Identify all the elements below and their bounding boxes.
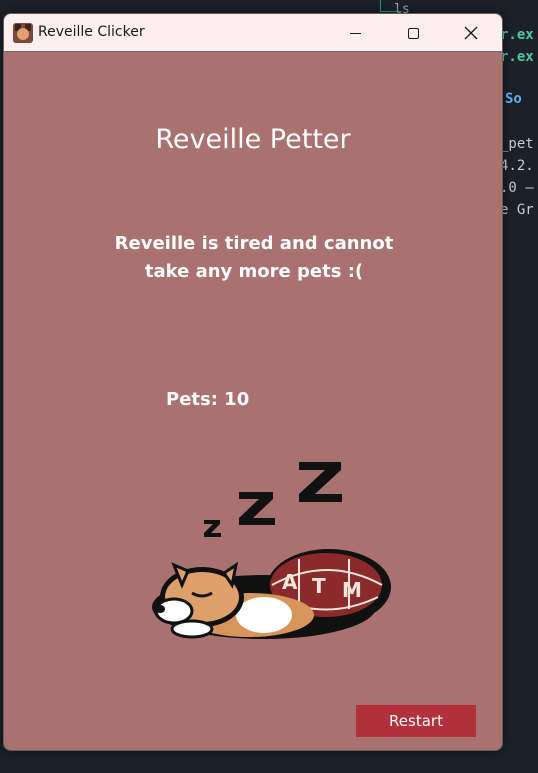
terminal-line: 4.2. <box>500 158 534 174</box>
main-content: Reveille Petter Reveille is tired and ca… <box>4 52 502 750</box>
maximize-icon <box>407 27 419 39</box>
svg-text:M: M <box>342 578 362 602</box>
zzz-icon <box>204 462 342 537</box>
terminal-line: .0 – <box>500 180 534 196</box>
minimize-button[interactable] <box>332 14 378 52</box>
status-message: Reveille is tired and cannot take any mo… <box>114 233 394 282</box>
minimize-icon <box>349 32 361 34</box>
svg-text:A: A <box>282 570 298 594</box>
sleeping-dog-image: A T M <box>152 462 391 639</box>
maximize-button[interactable] <box>390 14 436 52</box>
title-bar[interactable]: Reveille Clicker <box>4 14 502 52</box>
close-button[interactable] <box>448 14 494 52</box>
page-title: Reveille Petter <box>155 124 351 155</box>
background-terminal: r.ex r.ex So _pet 4.2. .0 – e Gr <box>500 0 538 773</box>
terminal-line: _pet <box>500 136 534 152</box>
svg-text:T: T <box>312 574 326 598</box>
terminal-line: r.ex <box>500 27 534 43</box>
app-window: Reveille Clicker Reveille Petter Reveill… <box>3 13 503 751</box>
terminal-line: r.ex <box>500 49 534 65</box>
terminal-line: So <box>505 91 522 107</box>
terminal-line: e Gr <box>500 202 534 218</box>
reveille-dog-icon <box>13 23 33 43</box>
restart-button[interactable]: Restart <box>356 705 476 737</box>
window-title: Reveille Clicker <box>38 24 145 40</box>
close-icon <box>464 26 478 40</box>
pets-counter: Pets: 10 <box>166 389 250 410</box>
